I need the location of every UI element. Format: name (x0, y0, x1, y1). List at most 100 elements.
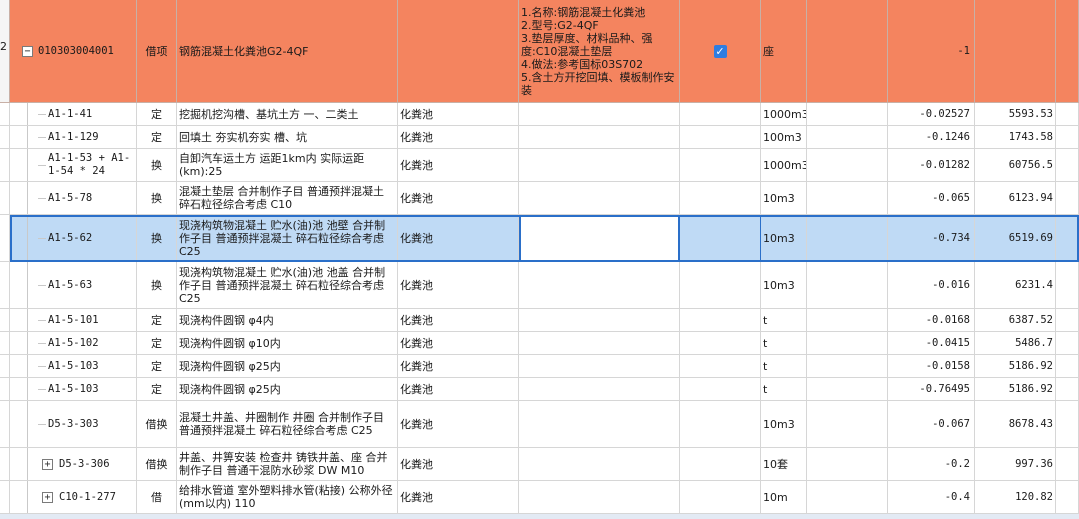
quota-name[interactable]: 井盖、井箅安装 检查井 铸铁井盖、座 合并制作子目 普通干混防水砂浆 DW M1… (177, 448, 398, 481)
quota-unit[interactable]: 10m3 (761, 401, 807, 448)
bill-price[interactable] (975, 0, 1056, 103)
quota-type[interactable]: 定 (137, 355, 177, 378)
quota-features[interactable] (519, 103, 680, 126)
quota-output[interactable] (680, 262, 761, 309)
quota-row[interactable]: A1-1-41 定挖掘机挖沟槽、基坑土方 一、二类土 化粪池 1000m3 -0.025… (0, 103, 1079, 126)
quota-features[interactable] (519, 481, 680, 514)
quota-quantity[interactable]: -0.016 (888, 262, 975, 309)
bill-unit[interactable]: 座 (761, 0, 807, 103)
quota-features[interactable] (519, 355, 680, 378)
quota-output[interactable] (680, 378, 761, 401)
quota-part[interactable]: 化粪池 (398, 378, 519, 401)
quota-type[interactable]: 定 (137, 378, 177, 401)
quota-part[interactable]: 化粪池 (398, 401, 519, 448)
minus-box-icon[interactable]: − (22, 45, 33, 57)
quota-expr[interactable] (807, 215, 888, 262)
quota-price[interactable]: 8678.43 (975, 401, 1056, 448)
plus-box-icon[interactable]: + (42, 492, 53, 503)
quota-type[interactable]: 定 (137, 332, 177, 355)
quota-output[interactable] (680, 103, 761, 126)
quota-row[interactable]: + D5-3-306 借换 井盖、井箅安装 检查井 铸铁井盖、座 合并制作子目 普通干… (0, 448, 1079, 481)
quota-price[interactable]: 1743.58 (975, 126, 1056, 149)
quota-type[interactable]: 换 (137, 182, 177, 215)
quota-output[interactable] (680, 448, 761, 481)
quota-part[interactable]: 化粪池 (398, 309, 519, 332)
quota-features[interactable] (519, 126, 680, 149)
quota-name[interactable]: 现浇构件圆钢 φ25内 (177, 378, 398, 401)
quota-type[interactable]: 换 (137, 149, 177, 182)
quota-code-cell[interactable]: + D5-3-306 (10, 448, 137, 481)
bill-quantity[interactable]: -1 (888, 0, 975, 103)
quota-unit[interactable]: 10m (761, 481, 807, 514)
quota-output[interactable] (680, 149, 761, 182)
quota-type[interactable]: 换 (137, 215, 177, 262)
quota-price[interactable]: 5593.53 (975, 103, 1056, 126)
quota-part[interactable]: 化粪池 (398, 215, 519, 262)
quota-name[interactable]: 混凝土垫层 合并制作子目 普通预拌混凝土 碎石粒径综合考虑 C10 (177, 182, 398, 215)
quota-part[interactable]: 化粪池 (398, 355, 519, 378)
quota-quantity[interactable]: -0.0168 (888, 309, 975, 332)
quota-quantity[interactable]: -0.02527 (888, 103, 975, 126)
quota-code-cell[interactable]: A1-1-129 (10, 126, 137, 149)
quota-row[interactable]: A1-5-103 定现浇构件圆钢 φ25内 化粪池 t -0.0158 5186.92 (0, 355, 1079, 378)
quota-expr[interactable] (807, 401, 888, 448)
quota-name[interactable]: 给排水管道 室外塑料排水管(粘接) 公称外径(mm以内) 110 (177, 481, 398, 514)
quota-price[interactable]: 997.36 (975, 448, 1056, 481)
quota-name[interactable]: 自卸汽车运土方 运距1km内 实际运距(km):25 (177, 149, 398, 182)
quota-unit[interactable]: 1000m3 (761, 103, 807, 126)
quota-name[interactable]: 现浇构件圆钢 φ4内 (177, 309, 398, 332)
quota-expr[interactable] (807, 126, 888, 149)
quota-features[interactable] (519, 378, 680, 401)
quota-unit[interactable]: 10m3 (761, 182, 807, 215)
quota-quantity[interactable]: -0.0158 (888, 355, 975, 378)
quota-code-cell[interactable]: A1-5-101 (10, 309, 137, 332)
quota-row[interactable]: A1-1-53 + A1-1-54 * 24 换自卸汽车运土方 运距1km内 实际… (0, 149, 1079, 182)
quota-expr[interactable] (807, 332, 888, 355)
output-checkbox-cell[interactable]: ✓ (680, 0, 761, 103)
quota-name[interactable]: 混凝土井盖、井圈制作 井圈 合并制作子目 普通预拌混凝土 碎石粒径综合考虑 C2… (177, 401, 398, 448)
quota-features[interactable] (519, 332, 680, 355)
quota-quantity[interactable]: -0.2 (888, 448, 975, 481)
quota-output[interactable] (680, 481, 761, 514)
quota-price[interactable]: 120.82 (975, 481, 1056, 514)
quota-row[interactable]: A1-1-129 定回填土 夯实机夯实 槽、坑 化粪池 100m3 -0.1246 174… (0, 126, 1079, 149)
active-cell-editor[interactable] (519, 215, 680, 262)
bill-type[interactable]: 借项 (137, 0, 177, 103)
quota-name[interactable]: 挖掘机挖沟槽、基坑土方 一、二类土 (177, 103, 398, 126)
quota-row[interactable]: A1-5-63 换现浇构筑物混凝土 贮水(油)池 池盖 合并制作子目 普通预拌混凝… (0, 262, 1079, 309)
quota-type[interactable]: 定 (137, 103, 177, 126)
quota-unit[interactable]: 10m3 (761, 215, 807, 262)
quota-row[interactable]: A1-5-78 换混凝土垫层 合并制作子目 普通预拌混凝土 碎石粒径综合考虑 C1… (0, 182, 1079, 215)
bill-expr[interactable] (807, 0, 888, 103)
quota-part[interactable]: 化粪池 (398, 262, 519, 309)
quota-part[interactable]: 化粪池 (398, 448, 519, 481)
quota-code-cell[interactable]: A1-5-78 (10, 182, 137, 215)
quota-output[interactable] (680, 182, 761, 215)
quota-unit[interactable]: t (761, 309, 807, 332)
quota-expr[interactable] (807, 309, 888, 332)
quota-code-cell[interactable]: A1-1-41 (10, 103, 137, 126)
quota-part[interactable]: 化粪池 (398, 332, 519, 355)
quota-row[interactable]: D5-3-303 借换 混凝土井盖、井圈制作 井圈 合并制作子目 普通预拌混凝土 碎… (0, 401, 1079, 448)
quota-part[interactable]: 化粪池 (398, 182, 519, 215)
quota-expr[interactable] (807, 481, 888, 514)
quota-features[interactable] (519, 448, 680, 481)
quota-row[interactable]: A1-5-103 定现浇构件圆钢 φ25内 化粪池 t -0.76495 5186.92 (0, 378, 1079, 401)
quota-price[interactable]: 6387.52 (975, 309, 1056, 332)
quota-price[interactable]: 6231.4 (975, 262, 1056, 309)
quota-row[interactable]: + C10-1-277 借给排水管道 室外塑料排水管(粘接) 公称外径(mm以内) … (0, 481, 1079, 514)
quota-expr[interactable] (807, 448, 888, 481)
quota-code-cell[interactable]: D5-3-303 (10, 401, 137, 448)
plus-box-icon[interactable]: + (42, 459, 53, 470)
quota-row[interactable]: A1-5-62 换现浇构筑物混凝土 贮水(油)池 池壁 合并制作子目 普通预拌混凝… (0, 215, 1079, 262)
quota-type[interactable]: 定 (137, 309, 177, 332)
quota-unit[interactable]: 10套 (761, 448, 807, 481)
quota-features[interactable] (519, 262, 680, 309)
quota-quantity[interactable]: -0.067 (888, 401, 975, 448)
quota-code-cell[interactable]: A1-5-63 (10, 262, 137, 309)
quota-output[interactable] (680, 126, 761, 149)
quota-features[interactable] (519, 149, 680, 182)
quota-type[interactable]: 换 (137, 262, 177, 309)
quota-name[interactable]: 现浇构筑物混凝土 贮水(油)池 池盖 合并制作子目 普通预拌混凝土 碎石粒径综合… (177, 262, 398, 309)
quota-code-cell[interactable]: + C10-1-277 (10, 481, 137, 514)
